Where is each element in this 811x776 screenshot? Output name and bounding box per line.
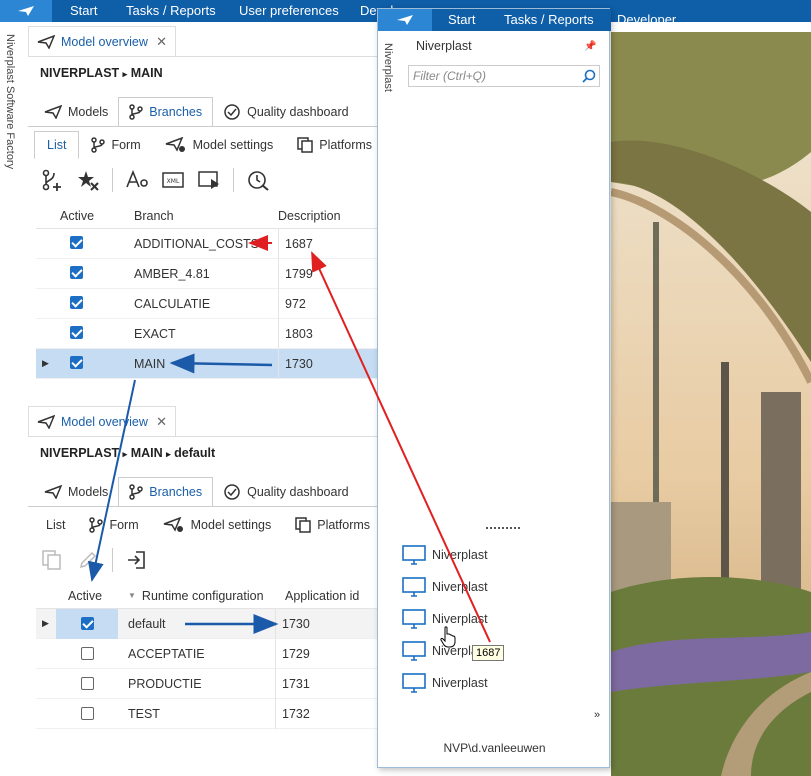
blue-arrow-main (169, 353, 273, 374)
red-arrow-long (311, 251, 491, 643)
blue-arrow-down (87, 379, 136, 582)
annotation-arrows (87, 235, 491, 643)
